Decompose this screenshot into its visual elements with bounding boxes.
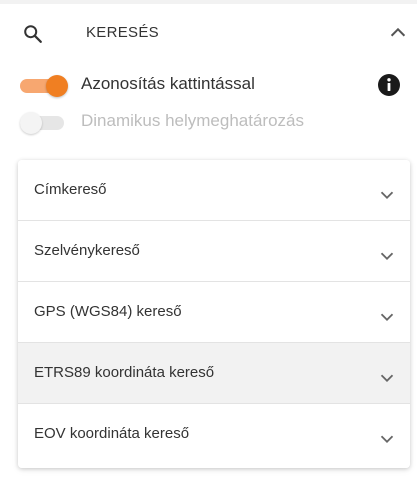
accordion-item-label: EOV koordináta kereső [34, 425, 190, 442]
accordion-item-sheet-search[interactable]: Szelvénykereső [18, 221, 410, 282]
accordion-item-label: Címkereső [34, 181, 107, 198]
chevron-down-icon [380, 252, 394, 261]
toggle-knob [20, 112, 42, 134]
accordion-item-etrs89-search[interactable]: ETRS89 koordináta kereső [18, 343, 410, 404]
accordion-item-label: GPS (WGS84) kereső [34, 303, 182, 320]
search-accordion: Címkereső Szelvénykereső GPS (WGS84) ker… [18, 160, 410, 468]
accordion-item-label: ETRS89 koordináta kereső [34, 364, 215, 381]
toggle-row-click-identify: Azonosítás kattintással [0, 70, 417, 100]
toggle-knob [46, 75, 68, 97]
dynamic-location-label: Dinamikus helymeghatározás [81, 111, 304, 130]
search-icon [24, 25, 42, 43]
accordion-item-address-search[interactable]: Címkereső [18, 160, 410, 221]
accordion-item-label: Szelvénykereső [34, 242, 140, 259]
chevron-down-icon [380, 191, 394, 200]
accordion-item-eov-search[interactable]: EOV koordináta kereső [18, 404, 410, 468]
info-icon[interactable] [377, 73, 401, 97]
click-identify-toggle[interactable] [20, 75, 68, 97]
top-divider [0, 0, 417, 4]
dynamic-location-toggle[interactable] [20, 112, 66, 134]
accordion-item-gps-search[interactable]: GPS (WGS84) kereső [18, 282, 410, 343]
chevron-up-icon[interactable] [387, 22, 409, 44]
panel-title: KERESÉS [86, 24, 159, 41]
click-identify-label: Azonosítás kattintással [81, 74, 255, 93]
chevron-down-icon [380, 374, 394, 383]
chevron-down-icon [380, 435, 394, 444]
toggle-row-dynamic-location: Dinamikus helymeghatározás [0, 107, 417, 137]
search-panel-header[interactable]: KERESÉS [0, 14, 417, 54]
chevron-down-icon [380, 313, 394, 322]
